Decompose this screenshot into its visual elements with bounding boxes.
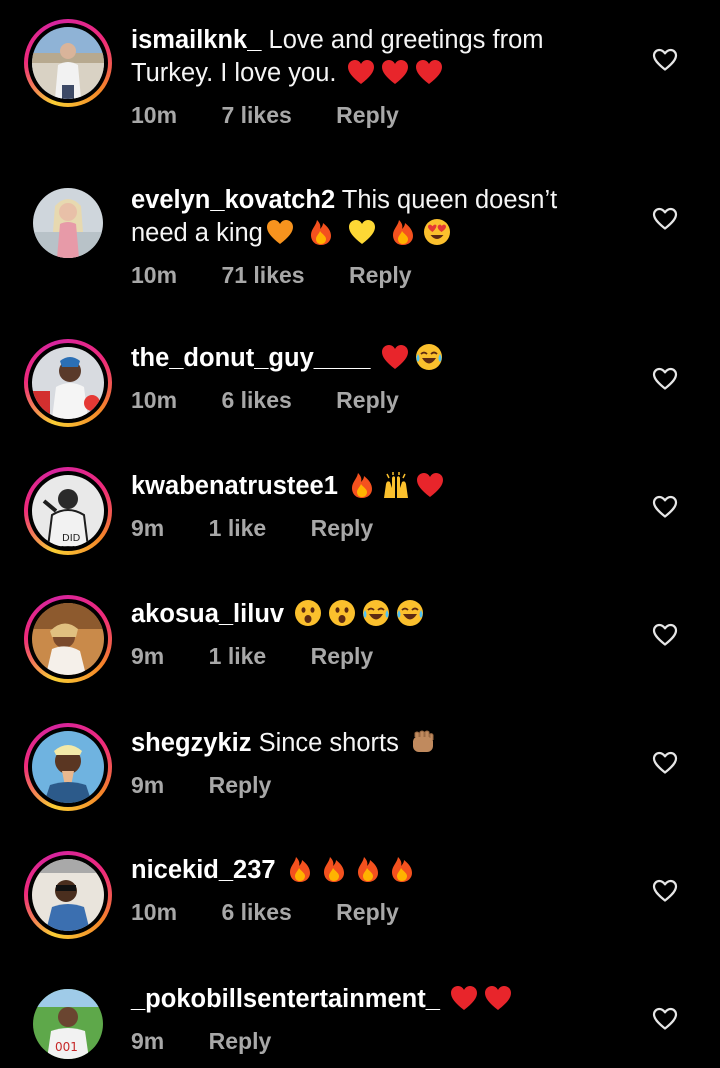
avatar-photo [33, 188, 103, 258]
svg-text:001: 001 [55, 1040, 78, 1054]
comment-text: Since shorts [258, 729, 399, 757]
avatar[interactable] [24, 179, 112, 267]
username[interactable]: shegzykiz [131, 729, 251, 757]
tears-of-joy-emoji [414, 342, 444, 372]
reply-button[interactable]: Reply [349, 262, 412, 288]
username[interactable]: evelyn_kovatch2 [131, 186, 335, 214]
like-heart-icon[interactable] [652, 879, 678, 903]
avatar[interactable] [24, 339, 112, 427]
red-heart-emoji [414, 57, 444, 87]
reply-button[interactable]: Reply [336, 387, 399, 413]
avatar-photo: DID [32, 475, 104, 547]
reply-button[interactable]: Reply [311, 643, 374, 669]
avatar[interactable]: 001 [24, 980, 112, 1068]
comment-time: 9m [131, 772, 165, 798]
comment-text: This queen doesn’t [341, 186, 558, 214]
fire-emoji [285, 854, 315, 884]
yellow-heart-emoji [347, 217, 377, 247]
avatar[interactable] [24, 723, 112, 811]
comment-text: need a king [131, 219, 263, 247]
like-heart-icon[interactable] [652, 367, 678, 391]
red-heart-emoji [415, 470, 445, 500]
tears-of-joy-emoji [361, 598, 391, 628]
comment-text: Turkey. I love you. [131, 59, 337, 87]
red-heart-emoji [380, 342, 410, 372]
raising-hands-emoji [381, 470, 411, 500]
like-heart-icon[interactable] [652, 623, 678, 647]
fire-emoji [347, 470, 377, 500]
likes-count[interactable]: 7 likes [221, 102, 291, 128]
fire-emoji [387, 854, 417, 884]
reply-button[interactable]: Reply [311, 515, 374, 541]
raised-fist-emoji [408, 727, 438, 757]
username[interactable]: nicekid_237 [131, 856, 276, 884]
avatar[interactable] [24, 19, 112, 107]
reply-button[interactable]: Reply [209, 772, 272, 798]
fire-emoji [319, 854, 349, 884]
fire-emoji [388, 217, 418, 247]
likes-count[interactable]: 1 like [209, 643, 267, 669]
comment-time: 10m [131, 899, 178, 925]
username[interactable]: the_donut_guy____ [131, 344, 370, 372]
reply-button[interactable]: Reply [336, 102, 399, 128]
avatar[interactable]: DID [24, 467, 112, 555]
avatar-photo [32, 27, 104, 99]
heart-eyes-emoji [422, 217, 452, 247]
avatar-photo [32, 859, 104, 931]
orange-heart-emoji [265, 217, 295, 247]
svg-text:DID: DID [62, 533, 81, 544]
likes-count[interactable]: 71 likes [221, 262, 304, 288]
likes-count[interactable]: 1 like [209, 515, 267, 541]
red-heart-emoji [449, 983, 479, 1013]
comment-time: 10m [131, 262, 178, 288]
fire-emoji [353, 854, 383, 884]
comment-time: 9m [131, 643, 165, 669]
likes-count[interactable]: 6 likes [221, 387, 291, 413]
astonished-emoji [293, 598, 323, 628]
username[interactable]: kwabenatrustee1 [131, 472, 338, 500]
avatar-photo [32, 603, 104, 675]
reply-button[interactable]: Reply [209, 1028, 272, 1054]
avatar-photo: 001 [33, 989, 103, 1059]
red-heart-emoji [346, 57, 376, 87]
astonished-emoji [327, 598, 357, 628]
like-heart-icon[interactable] [652, 48, 678, 72]
red-heart-emoji [380, 57, 410, 87]
avatar-photo [32, 731, 104, 803]
fire-emoji [306, 217, 336, 247]
avatar[interactable] [24, 595, 112, 683]
comment-time: 10m [131, 102, 178, 128]
reply-button[interactable]: Reply [336, 899, 399, 925]
comment-text: Love and greetings from [268, 26, 544, 54]
red-heart-emoji [483, 983, 513, 1013]
username[interactable]: ismailknk_ [131, 26, 261, 54]
username[interactable]: akosua_liluv [131, 600, 284, 628]
username[interactable]: _pokobillsentertainment_ [131, 985, 440, 1013]
like-heart-icon[interactable] [652, 751, 678, 775]
comment-time: 10m [131, 387, 178, 413]
like-heart-icon[interactable] [652, 495, 678, 519]
comment-time: 9m [131, 515, 165, 541]
like-heart-icon[interactable] [652, 1007, 678, 1031]
avatar[interactable] [24, 851, 112, 939]
comment-time: 9m [131, 1028, 165, 1054]
like-heart-icon[interactable] [652, 207, 678, 231]
likes-count[interactable]: 6 likes [221, 899, 291, 925]
tears-of-joy-emoji [395, 598, 425, 628]
avatar-photo [32, 347, 104, 419]
